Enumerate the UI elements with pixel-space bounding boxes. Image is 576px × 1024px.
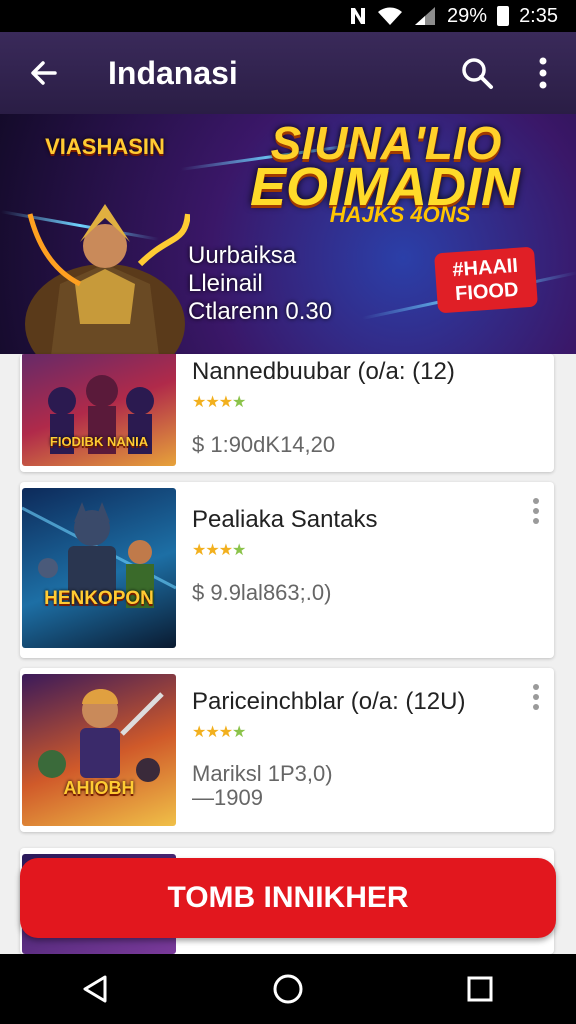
game-thumbnail: FIODIBK NANIA	[22, 354, 176, 466]
banner-line: Uurbaiksa	[188, 242, 297, 269]
promo-banner[interactable]: VIASHASIN SIUNA'LIO EOIMADIN HAJKS 4ONS …	[0, 114, 576, 354]
page-title: Indanasi	[108, 54, 238, 91]
more-options-icon[interactable]	[530, 498, 542, 524]
system-nav-bar	[0, 954, 576, 1024]
rating-stars: ★★★★	[192, 394, 246, 411]
rating-stars: ★★★★	[192, 542, 246, 559]
home-circle-icon[interactable]	[248, 954, 328, 1024]
clock: 2:35	[519, 4, 558, 27]
game-thumbnail: AHIOBH	[22, 674, 176, 826]
thumbnail-label: HENKOPON	[44, 588, 154, 609]
game-name: Pariceinchblar (o/a: (12U)	[192, 688, 466, 715]
game-info: Nannedbuubar (o/a: (12) ★★★★ $ 1:90dK14,…	[176, 354, 554, 472]
wifi-icon	[377, 6, 403, 26]
banner-line: Ctlarenn 0.30	[188, 298, 333, 325]
game-info: Pariceinchblar (o/a: (12U) ★★★★ Mariksl …	[176, 668, 554, 832]
banner-logo: VIASHASIN	[45, 134, 165, 159]
banner-subheadline: HAJKS 4ONS	[329, 202, 471, 227]
game-name: Pealiaka Santaks	[192, 506, 378, 533]
banner-line: Lleinail	[188, 270, 263, 297]
more-vertical-icon[interactable]	[510, 32, 576, 114]
back-arrow-icon[interactable]	[0, 32, 88, 114]
game-name: Nannedbuubar (o/a: (12)	[192, 358, 455, 385]
list-item[interactable]: AHIOBH Pariceinchblar (o/a: (12U) ★★★★ M…	[20, 668, 554, 832]
list-item[interactable]: FIODIBK NANIA Nannedbuubar (o/a: (12) ★★…	[20, 354, 554, 472]
banner-text-lines: Uurbaiksa Lleinail Ctlarenn 0.30	[188, 242, 332, 326]
banner-badge: #HAAII FIOOD	[434, 246, 538, 314]
thumbnail-label: FIODIBK NANIA	[49, 434, 149, 449]
signal-icon	[413, 6, 437, 26]
app-bar: Indanasi	[0, 32, 576, 114]
list-item[interactable]: HENKOPON Pealiaka Santaks ★★★★ $ 9.9lal8…	[20, 482, 554, 658]
more-options-icon[interactable]	[530, 684, 542, 710]
game-price: $ 1:90dK14,20	[192, 432, 336, 457]
game-price: Mariksl 1P3,0) —1909	[192, 761, 333, 810]
thumbnail-label: AHIOBH	[63, 778, 135, 798]
back-triangle-icon[interactable]	[56, 954, 136, 1024]
hero-character-image	[25, 204, 190, 354]
recents-square-icon[interactable]	[440, 954, 520, 1024]
nfc-icon	[349, 6, 367, 26]
game-price: $ 9.9lal863;.0)	[192, 580, 332, 605]
cta-button[interactable]: TOMB INNIKHER	[20, 858, 556, 938]
rating-stars: ★★★★	[192, 724, 246, 741]
game-thumbnail: HENKOPON	[22, 488, 176, 648]
search-icon[interactable]	[444, 32, 510, 114]
battery-icon	[497, 6, 510, 26]
battery-percent: 29%	[447, 4, 488, 27]
game-info: Pealiaka Santaks ★★★★ $ 9.9lal863;.0)	[176, 482, 554, 658]
status-bar: 29% 2:35	[0, 0, 576, 32]
